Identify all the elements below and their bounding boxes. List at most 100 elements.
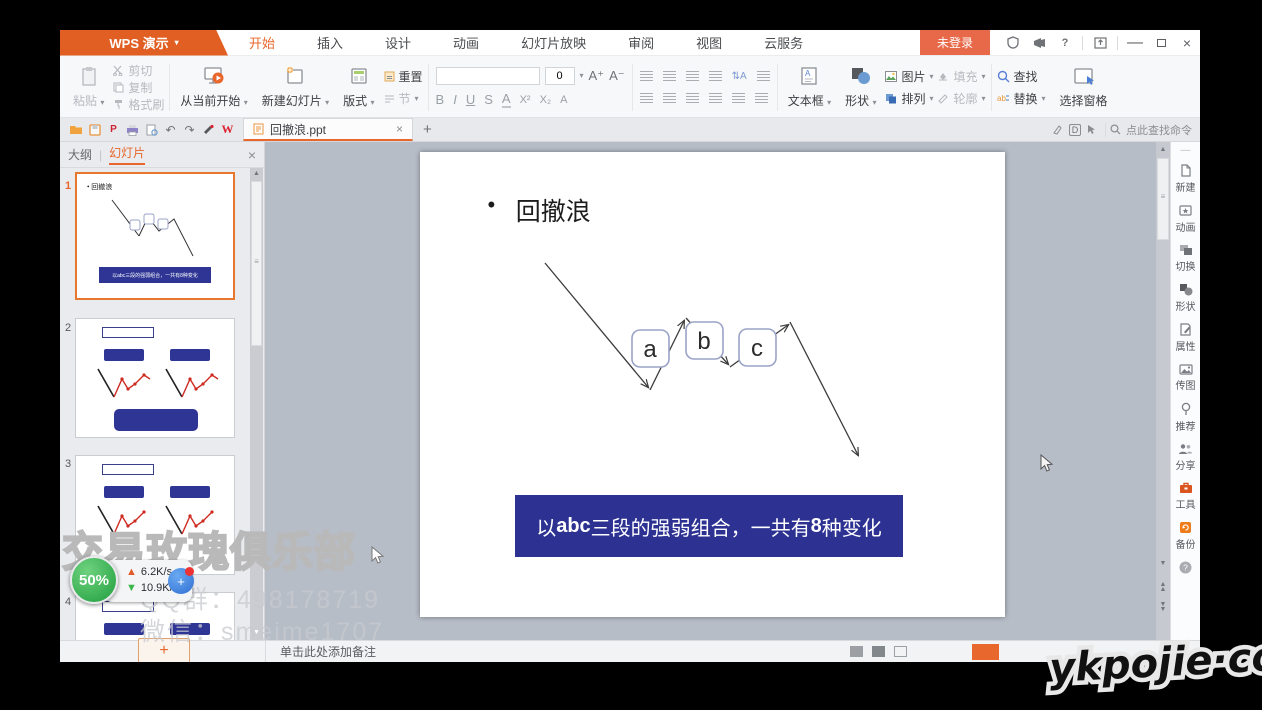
sidebar-item-share[interactable]: 分享 <box>1176 443 1196 472</box>
summary-banner[interactable]: 以abc三段的强弱组合，一共有8种变化 <box>515 495 903 557</box>
slideshow-view-button[interactable] <box>972 644 999 660</box>
arrange-button[interactable]: 排列 ▾ <box>885 90 933 107</box>
layout-button[interactable]: 版式 ▾ <box>336 60 381 115</box>
outline-button[interactable]: 轮廓 ▾ <box>937 90 985 107</box>
copy-button[interactable]: 复制 <box>113 79 164 96</box>
feedback-icon[interactable] <box>1029 35 1049 51</box>
align-left-icon[interactable] <box>640 93 653 104</box>
protect-icon[interactable] <box>1003 35 1023 51</box>
find-command-box[interactable]: 点此查找命令 <box>1110 122 1192 138</box>
sidebar-help-button[interactable]: ? <box>1179 561 1192 574</box>
fill-button[interactable]: 填充 ▾ <box>937 68 985 85</box>
wps-logo[interactable]: WPS 演示 ▾ <box>60 30 228 56</box>
close-window-button[interactable]: × <box>1174 34 1200 52</box>
current-slide[interactable]: • 回撤浪 <box>420 152 1005 617</box>
bold-button[interactable]: B <box>436 92 445 107</box>
italic-button[interactable]: I <box>453 92 457 107</box>
cut-button[interactable]: 剪切 <box>113 62 164 79</box>
menu-cloud[interactable]: 云服务 <box>760 33 807 52</box>
canvas-scrollbar[interactable]: ▲ ≡ ▼ ▲▲ ▼▼ <box>1156 142 1170 640</box>
reset-button[interactable]: 重置 <box>384 68 423 85</box>
justify-icon[interactable] <box>709 93 722 104</box>
align-right-icon[interactable] <box>686 93 699 104</box>
scroll-up-icon[interactable]: ▲ <box>250 168 263 177</box>
previous-slide-button[interactable]: ▲▲ <box>1156 582 1170 592</box>
normal-view-icon[interactable] <box>850 646 863 657</box>
slide-thumbnail-1[interactable]: • 回撤浪 以abc三段的强弱组合，一共有8种变化 <box>75 172 235 300</box>
columns-icon[interactable] <box>755 93 768 104</box>
close-tab-icon[interactable]: × <box>396 122 403 136</box>
font-name-input[interactable] <box>436 67 540 85</box>
floating-assistant-ball[interactable]: + <box>168 568 194 594</box>
canvas-scrollbar-thumb[interactable]: ≡ <box>1157 158 1169 240</box>
shrink-font-button[interactable]: A⁻ <box>609 68 625 84</box>
cursor-mode-icon[interactable] <box>1083 122 1100 138</box>
document-tab[interactable]: 回撤浪.ppt × <box>243 118 413 141</box>
replace-button[interactable]: ab 替换 ▾ <box>997 90 1046 107</box>
sidebar-item-animation[interactable]: 动画 <box>1176 204 1196 234</box>
menu-home[interactable]: 开始 <box>245 33 279 52</box>
scroll-up-icon[interactable]: ▲ <box>1156 142 1170 153</box>
sidebar-item-recommend[interactable]: 推荐 <box>1176 402 1196 433</box>
paste-button[interactable]: 粘贴 ▾ <box>66 60 111 115</box>
decrease-indent-icon[interactable] <box>686 71 699 82</box>
underline-button[interactable]: U <box>466 92 475 107</box>
sidebar-item-transition[interactable]: 切换 <box>1176 244 1196 273</box>
play-from-current-button[interactable]: 从当前开始 ▾ <box>173 60 254 115</box>
text-effect-button[interactable]: A <box>560 94 567 106</box>
wps-w-icon[interactable]: W <box>219 122 236 138</box>
menu-animation[interactable]: 动画 <box>449 33 483 52</box>
subscript-button[interactable]: X₂ <box>540 94 552 106</box>
tab-slides[interactable]: 幻灯片 <box>109 144 145 165</box>
superscript-button[interactable]: X² <box>520 94 531 106</box>
menu-design[interactable]: 设计 <box>381 33 415 52</box>
format-painter-button[interactable]: 格式刷 <box>113 96 164 113</box>
share-window-icon[interactable] <box>1090 35 1110 51</box>
menu-insert[interactable]: 插入 <box>313 33 347 52</box>
zoom-level-badge[interactable]: 50% <box>70 556 118 604</box>
export-pdf-icon[interactable]: P <box>105 122 122 138</box>
menu-view[interactable]: 视图 <box>692 33 726 52</box>
pen-tool-icon[interactable] <box>1050 122 1067 138</box>
text-box-button[interactable]: A 文本框 ▾ <box>781 60 838 115</box>
text-direction-icon[interactable]: ⇅A <box>732 71 747 82</box>
redo-icon[interactable]: ↷ <box>181 122 198 138</box>
print-preview-icon[interactable] <box>143 122 160 138</box>
strike-button[interactable]: S <box>484 92 493 107</box>
sidebar-item-properties[interactable]: 属性 <box>1176 323 1196 353</box>
save-icon[interactable] <box>86 122 103 138</box>
new-tab-button[interactable]: + <box>413 121 442 138</box>
selection-pane-button[interactable]: 选择窗格 <box>1048 60 1120 115</box>
ink-marker-icon[interactable] <box>200 122 217 138</box>
undo-icon[interactable]: ↶ <box>162 122 179 138</box>
help-icon[interactable]: ? <box>1055 35 1075 51</box>
sidebar-item-new[interactable]: 新建 <box>1176 164 1196 194</box>
new-slide-button[interactable]: 新建幻灯片 ▾ <box>255 60 336 115</box>
font-size-input[interactable] <box>545 67 575 85</box>
picture-button[interactable]: 图片 ▾ <box>885 68 933 85</box>
align-center-icon[interactable] <box>663 93 676 104</box>
minimize-button[interactable]: — <box>1122 34 1148 52</box>
bullets-icon[interactable] <box>640 71 653 82</box>
slide-thumbnail-2[interactable] <box>75 318 235 438</box>
tab-outline[interactable]: 大纲 <box>68 146 92 163</box>
sorter-view-icon[interactable] <box>872 646 885 657</box>
menu-review[interactable]: 审阅 <box>624 33 658 52</box>
section-button[interactable]: 节 ▾ <box>384 90 423 107</box>
distribute-icon[interactable] <box>732 93 745 104</box>
scroll-down-icon[interactable]: ▼ <box>1156 560 1170 567</box>
numbering-icon[interactable] <box>663 71 676 82</box>
sidebar-item-backup[interactable]: 备份 <box>1176 521 1196 551</box>
sidebar-item-tools[interactable]: 工具 <box>1176 482 1196 511</box>
panel-scrollbar-thumb[interactable]: ≡ <box>251 181 262 346</box>
abc-labels[interactable]: a b c <box>632 322 776 367</box>
close-panel-icon[interactable]: × <box>248 147 256 163</box>
next-slide-button[interactable]: ▼▼ <box>1156 602 1170 612</box>
sidebar-item-shape[interactable]: 形状 <box>1176 283 1196 313</box>
increase-indent-icon[interactable] <box>709 71 722 82</box>
open-folder-icon[interactable] <box>67 122 84 138</box>
reading-view-icon[interactable] <box>894 646 907 657</box>
print-icon[interactable] <box>124 122 141 138</box>
sidebar-item-upload-image[interactable]: 传图 <box>1176 363 1196 392</box>
login-button[interactable]: 未登录 <box>920 30 990 55</box>
